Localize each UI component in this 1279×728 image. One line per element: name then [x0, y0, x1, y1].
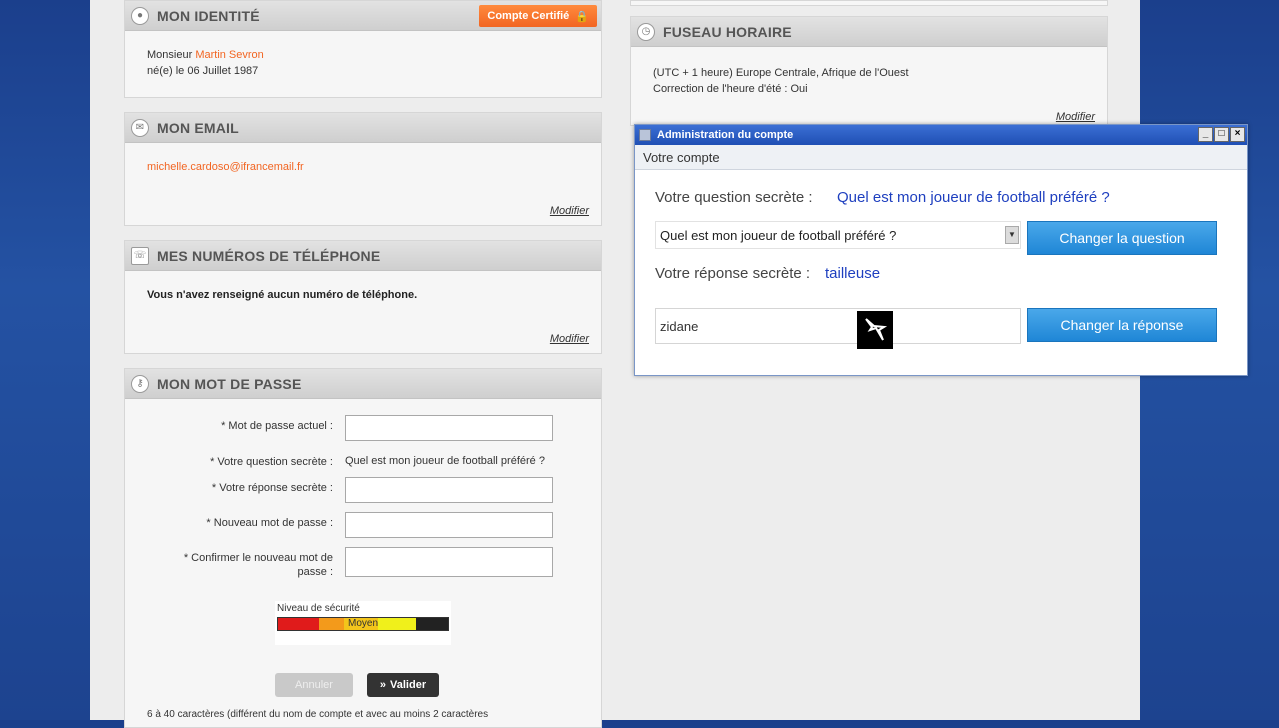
envelope-icon: ✉ [131, 118, 149, 137]
clock-icon: ◷ [637, 22, 655, 41]
app-icon [639, 129, 651, 141]
identity-title: MON IDENTITÉ [157, 7, 260, 24]
identity-name: Martin Sevron [195, 49, 264, 61]
phone-panel: ☏ MES NUMÉROS DE TÉLÉPHONE Vous n'avez r… [124, 240, 602, 354]
certified-badge: Compte Certifié 🔒 [479, 5, 597, 27]
password-panel: ⚷ MON MOT DE PASSE * Mot de passe actuel… [124, 368, 602, 728]
current-password-input[interactable] [345, 415, 553, 441]
timezone-header: ◷ FUSEAU HORAIRE [631, 17, 1107, 47]
account-admin-dialog: Administration du compte _ □ × Votre com… [634, 124, 1248, 376]
question-select[interactable]: Quel est mon joueur de football préféré … [655, 221, 1021, 249]
confirm-password-label: * Confirmer le nouveau mot de passe : [183, 552, 333, 578]
email-title: MON EMAIL [157, 119, 239, 136]
mouse-cursor-icon [857, 311, 893, 349]
email-modify-link[interactable]: Modifier [550, 205, 589, 217]
dialog-answer-value: tailleuse [825, 265, 881, 282]
dialog-title: Administration du compte [657, 129, 794, 141]
change-question-button[interactable]: Changer la question [1027, 221, 1217, 255]
timezone-title: FUSEAU HORAIRE [663, 23, 792, 40]
dropdown-arrow-icon[interactable]: ▼ [1005, 226, 1019, 244]
email-address: michelle.cardoso@ifrancemail.fr [147, 161, 304, 173]
identity-birth: né(e) le 06 Juillet 1987 [147, 65, 259, 77]
dialog-titlebar[interactable]: Administration du compte _ □ × [635, 125, 1247, 145]
identity-panel: ● MON IDENTITÉ Compte Certifié 🔒 Monsieu… [124, 0, 602, 98]
password-footnote: 6 à 40 caractères (différent du nom de c… [147, 709, 489, 720]
dialog-question-value: Quel est mon joueur de football préféré … [837, 189, 1110, 206]
password-title: MON MOT DE PASSE [157, 375, 302, 392]
key-icon: ⚷ [131, 374, 149, 393]
question-label: * Votre question secrète : [210, 456, 333, 468]
question-value: Quel est mon joueur de football préféré … [345, 455, 545, 467]
dialog-subtitle: Votre compte [635, 145, 1247, 170]
email-header: ✉ MON EMAIL [125, 113, 601, 143]
timezone-modify-link[interactable]: Modifier [1056, 111, 1095, 123]
lock-icon: 🔒 [575, 10, 589, 23]
password-header: ⚷ MON MOT DE PASSE [125, 369, 601, 399]
window-controls: _ □ × [1198, 127, 1245, 142]
new-password-label: * Nouveau mot de passe : [206, 517, 333, 529]
timezone-panel: ◷ FUSEAU HORAIRE (UTC + 1 heure) Europe … [630, 16, 1108, 126]
phone-modify-link[interactable]: Modifier [550, 333, 589, 345]
security-meter-value: Moyen [347, 618, 378, 629]
answer-text-input[interactable]: zidane [655, 308, 1021, 344]
submit-button[interactable]: » Valider [367, 673, 439, 697]
close-icon[interactable]: × [1230, 127, 1245, 142]
email-panel: ✉ MON EMAIL michelle.cardoso@ifrancemail… [124, 112, 602, 226]
answer-input[interactable] [345, 477, 553, 503]
security-meter-label: Niveau de sécurité [277, 603, 360, 614]
timezone-line1: (UTC + 1 heure) Europe Centrale, Afrique… [653, 67, 909, 79]
phone-title: MES NUMÉROS DE TÉLÉPHONE [157, 247, 381, 264]
new-password-input[interactable] [345, 512, 553, 538]
phone-icon: ☏ [131, 246, 149, 265]
minimize-icon[interactable]: _ [1198, 127, 1213, 142]
user-icon: ● [131, 6, 149, 25]
top-right-panel-edge [630, 0, 1108, 6]
double-chevron-icon: » [379, 679, 387, 691]
security-meter-bar: Moyen [277, 617, 449, 631]
dialog-question-label: Votre question secrète : [655, 189, 813, 206]
maximize-icon[interactable]: □ [1214, 127, 1229, 142]
change-answer-button[interactable]: Changer la réponse [1027, 308, 1217, 342]
cancel-button[interactable]: Annuler [275, 673, 353, 697]
security-meter: Niveau de sécurité Moyen [275, 601, 451, 645]
dialog-answer-label: Votre réponse secrète : [655, 265, 811, 282]
current-password-label: * Mot de passe actuel : [221, 420, 333, 432]
phone-message: Vous n'avez renseigné aucun numéro de té… [147, 289, 418, 301]
confirm-password-input[interactable] [345, 547, 553, 577]
identity-name-line: Monsieur Martin Sevron [147, 49, 264, 61]
answer-label: * Votre réponse secrète : [211, 482, 333, 494]
phone-header: ☏ MES NUMÉROS DE TÉLÉPHONE [125, 241, 601, 271]
timezone-line2: Correction de l'heure d'été : Oui [653, 83, 808, 95]
identity-header: ● MON IDENTITÉ Compte Certifié 🔒 [125, 1, 601, 31]
